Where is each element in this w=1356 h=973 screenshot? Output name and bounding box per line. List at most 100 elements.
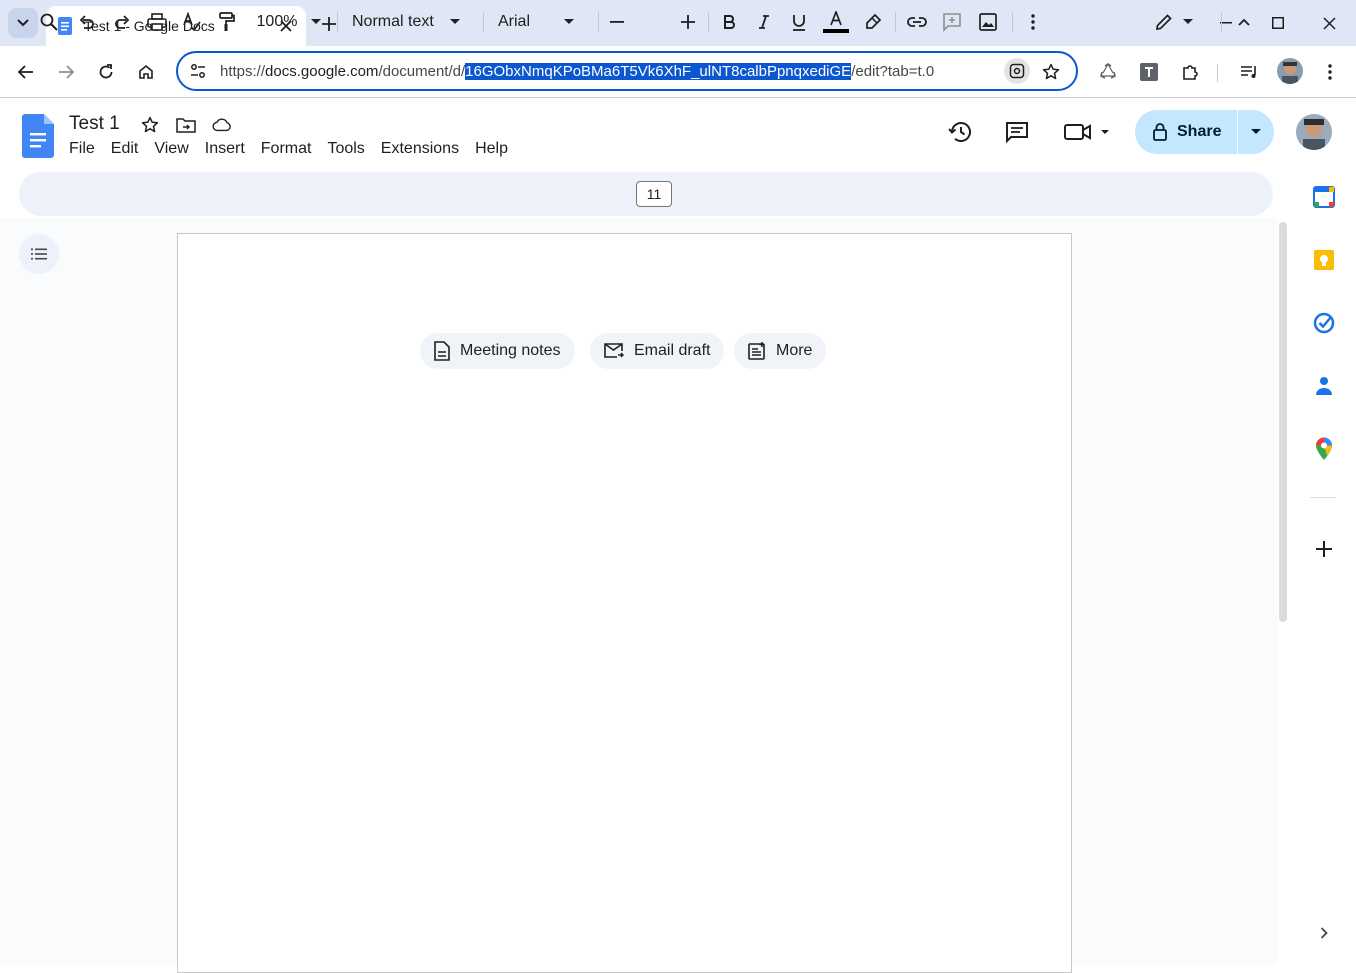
more-templates-label: More <box>776 342 813 359</box>
email-draft-chip[interactable]: Email draft <box>590 333 725 369</box>
pencil-icon <box>1155 14 1172 31</box>
t-extension-icon[interactable] <box>1135 58 1163 86</box>
star-icon[interactable] <box>140 115 160 135</box>
search-menus-icon[interactable] <box>38 10 60 34</box>
contacts-icon[interactable] <box>1312 374 1336 398</box>
add-comment-icon[interactable] <box>941 10 963 34</box>
back-arrow-icon[interactable] <box>12 58 40 86</box>
menu-help[interactable]: Help <box>467 138 516 162</box>
zoom-select[interactable]: 100% <box>250 10 328 34</box>
hide-menus-chevron-up-icon[interactable] <box>1233 10 1255 34</box>
toolbar-divider <box>1012 12 1013 32</box>
font-family-select[interactable]: Arial <box>492 10 588 34</box>
version-history-icon[interactable] <box>947 118 975 146</box>
toolbar-divider <box>483 12 484 32</box>
url-host: docs.google.com <box>265 62 379 80</box>
extensions-puzzle-icon[interactable] <box>1176 58 1204 86</box>
get-add-ons-plus-icon[interactable] <box>1312 537 1336 561</box>
keep-icon[interactable] <box>1312 248 1336 272</box>
menu-file[interactable]: File <box>61 138 103 162</box>
side-panel-divider <box>1310 497 1336 498</box>
media-controls-icon[interactable] <box>1235 58 1263 86</box>
print-icon[interactable] <box>146 10 168 34</box>
paragraph-style-select[interactable]: Normal text <box>346 10 472 34</box>
menu-tools[interactable]: Tools <box>319 138 372 162</box>
list-outline-icon <box>31 248 47 260</box>
caret-down-icon <box>1183 19 1193 24</box>
tasks-icon[interactable] <box>1312 311 1336 335</box>
caret-down-icon <box>1251 129 1261 134</box>
side-panel <box>1292 160 1356 965</box>
insert-link-icon[interactable] <box>905 10 929 34</box>
menu-format[interactable]: Format <box>253 138 320 162</box>
zoom-value: 100% <box>256 13 298 30</box>
menu-insert[interactable]: Insert <box>197 138 253 162</box>
browser-nav-bar: https:// docs.google.com /document/d/ 16… <box>0 46 1356 98</box>
more-options-dots-icon[interactable] <box>1022 10 1044 34</box>
chevron-down-icon <box>17 19 29 27</box>
vertical-scrollbar[interactable] <box>1279 222 1287 622</box>
tab-search-button[interactable] <box>8 8 38 38</box>
docs-menu-bar: File Edit View Insert Format Tools Exten… <box>61 138 516 162</box>
bold-icon[interactable] <box>718 10 740 34</box>
insert-image-icon[interactable] <box>977 10 999 34</box>
share-label: Share <box>1177 123 1222 140</box>
italic-icon[interactable] <box>753 10 775 34</box>
comments-icon[interactable] <box>1003 118 1031 146</box>
site-info-icon[interactable] <box>188 61 208 81</box>
share-button[interactable]: Share <box>1135 110 1237 154</box>
home-icon[interactable] <box>132 58 160 86</box>
reload-icon[interactable] <box>92 58 120 86</box>
redo-icon[interactable] <box>111 10 133 34</box>
more-templates-chip[interactable]: More <box>734 333 827 369</box>
caret-down-icon <box>564 19 574 24</box>
maps-icon[interactable] <box>1312 437 1336 461</box>
email-draft-label: Email draft <box>634 342 711 359</box>
paint-format-icon[interactable] <box>216 10 238 34</box>
document-title[interactable]: Test 1 <box>69 113 120 135</box>
address-bar[interactable]: https:// docs.google.com /document/d/ 16… <box>176 51 1078 91</box>
text-color-icon[interactable] <box>822 10 850 34</box>
google-docs-logo-icon[interactable] <box>22 114 54 158</box>
forward-arrow-icon[interactable] <box>52 58 80 86</box>
bookmark-star-icon[interactable] <box>1040 61 1062 83</box>
recycle-extension-icon[interactable] <box>1094 58 1122 86</box>
calendar-icon[interactable] <box>1312 185 1336 209</box>
google-lens-icon[interactable] <box>1004 58 1030 84</box>
highlight-color-icon[interactable] <box>862 10 884 34</box>
cloud-saved-icon <box>212 115 232 135</box>
font-family-value: Arial <box>498 13 531 30</box>
underline-icon[interactable] <box>788 10 810 34</box>
url-suffix: /edit?tab=t.0 <box>851 62 935 80</box>
browser-profile-avatar[interactable] <box>1277 58 1303 84</box>
toolbar-divider <box>895 12 896 32</box>
document-icon <box>434 341 450 361</box>
document-outline-button[interactable] <box>19 234 59 274</box>
undo-icon[interactable] <box>76 10 98 34</box>
decrease-font-size-icon[interactable] <box>607 10 627 34</box>
toolbar-divider <box>1217 64 1218 82</box>
meeting-notes-chip[interactable]: Meeting notes <box>420 333 575 369</box>
menu-view[interactable]: View <box>146 138 196 162</box>
meet-camera-icon[interactable] <box>1062 118 1114 146</box>
browser-menu-dots-icon[interactable] <box>1316 58 1344 86</box>
menu-edit[interactable]: Edit <box>103 138 147 162</box>
move-folder-icon[interactable] <box>176 115 196 135</box>
toolbar-divider <box>598 12 599 32</box>
caret-down-icon <box>311 19 322 24</box>
font-size-input[interactable]: 11 <box>636 181 672 207</box>
share-dropdown-button[interactable] <box>1238 110 1274 154</box>
maximize-icon[interactable] <box>1255 8 1301 38</box>
url-scheme: https:// <box>220 62 266 80</box>
account-avatar[interactable] <box>1296 114 1332 150</box>
url-selected-id: 16GObxNmqKPoBMa6T5Vk6XhF_ulNT8calbPpnqxe… <box>465 62 852 80</box>
editing-mode-select[interactable] <box>1142 10 1206 34</box>
toolbar-divider <box>337 12 338 32</box>
paragraph-style-value: Normal text <box>352 13 434 30</box>
menu-extensions[interactable]: Extensions <box>373 138 467 162</box>
lock-icon <box>1153 123 1167 141</box>
increase-font-size-icon[interactable] <box>678 10 698 34</box>
close-window-icon[interactable] <box>1306 8 1352 38</box>
spellcheck-icon[interactable] <box>181 10 203 34</box>
expand-side-panel-chevron-icon[interactable] <box>1312 921 1336 945</box>
